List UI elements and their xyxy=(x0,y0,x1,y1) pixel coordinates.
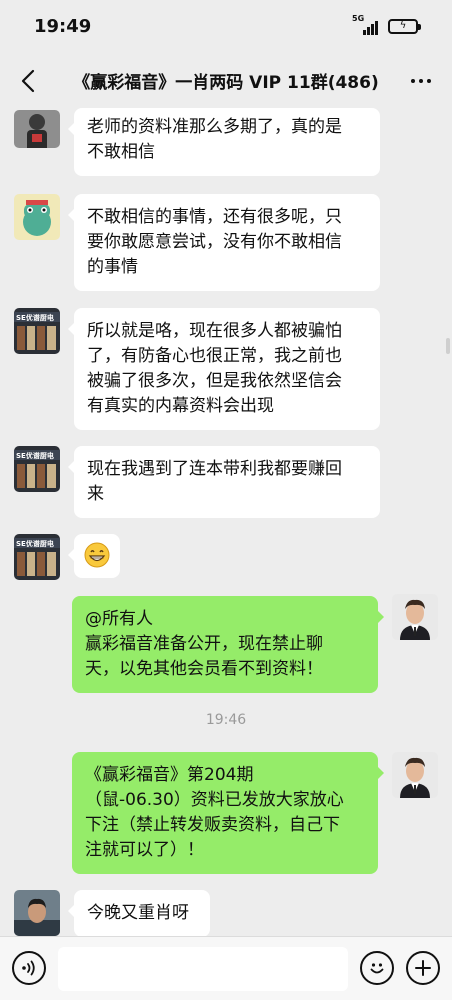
dot-icon xyxy=(427,79,431,83)
status-time: 19:49 xyxy=(34,16,92,37)
shop-sign: SE优谱厨电 xyxy=(16,451,54,460)
voice-icon xyxy=(22,960,35,976)
avatar[interactable] xyxy=(392,752,438,798)
avatar[interactable]: SE优谱厨电 xyxy=(14,308,60,354)
grin-emoji-icon xyxy=(84,542,110,568)
message-bubble[interactable]: 所以就是咯，现在很多人都被骗怕 了，有防备心也很正常，我之前也 被骗了很多次，但… xyxy=(68,308,380,430)
avatar[interactable] xyxy=(14,890,60,936)
scroll-indicator[interactable] xyxy=(446,338,450,354)
avatar[interactable] xyxy=(14,194,60,240)
message-bubble[interactable]: 现在我遇到了连本带利我都要赚回 来 xyxy=(68,446,380,518)
message-bubble[interactable]: 《赢彩福音》第204期 （鼠-06.30）资料已发放大家放心 下注（禁止转发贩卖… xyxy=(72,752,384,874)
avatar[interactable] xyxy=(14,110,60,148)
emoji-button[interactable] xyxy=(360,951,394,985)
message-input[interactable] xyxy=(58,947,348,991)
dot-icon xyxy=(411,79,415,83)
avatar[interactable]: SE优谱厨电 xyxy=(14,534,60,580)
dot-icon xyxy=(419,79,423,83)
message-bubble[interactable]: 😁 xyxy=(68,534,120,578)
message-list[interactable]: 老师的资料准那么多期了，真的是 不敢相信 不敢相信的事情，还有很多呢，只 要你敢… xyxy=(0,108,452,936)
message-bubble[interactable]: 不敢相信的事情，还有很多呢，只 要你敢愿意尝试，没有你不敢相信 的事情 xyxy=(68,194,380,291)
status-bar: 19:49 5G ϟ xyxy=(0,0,452,56)
chat-header: 《赢彩福音》一肖两码 VIP 11群(486) xyxy=(0,56,452,108)
avatar[interactable] xyxy=(392,594,438,640)
voice-button[interactable] xyxy=(12,951,46,985)
back-button[interactable] xyxy=(14,66,42,96)
avatar[interactable]: SE优谱厨电 xyxy=(14,446,60,492)
message-bubble[interactable]: 老师的资料准那么多期了，真的是 不敢相信 xyxy=(68,108,380,176)
timestamp: 19:46 xyxy=(205,712,247,728)
emoji-icon xyxy=(370,963,384,974)
more-options-button[interactable] xyxy=(404,66,438,96)
message-bubble[interactable]: 今晚又重肖呀 xyxy=(68,890,210,936)
shop-sign: SE优谱厨电 xyxy=(16,539,54,548)
add-button[interactable] xyxy=(406,951,440,985)
signal-icon: 5G xyxy=(352,14,378,35)
status-icons: 5G ϟ xyxy=(352,14,421,35)
battery-icon: ϟ xyxy=(388,18,421,34)
message-bubble[interactable]: @所有人 赢彩福音准备公开，现在禁止聊 天，以免其他会员看不到资料！ xyxy=(72,596,384,693)
shop-sign: SE优谱厨电 xyxy=(16,313,54,322)
back-arrow-icon xyxy=(21,69,35,93)
plus-icon xyxy=(415,960,431,976)
chat-title: 《赢彩福音》一肖两码 VIP 11群(486) xyxy=(73,73,379,93)
input-bar xyxy=(0,936,452,1000)
